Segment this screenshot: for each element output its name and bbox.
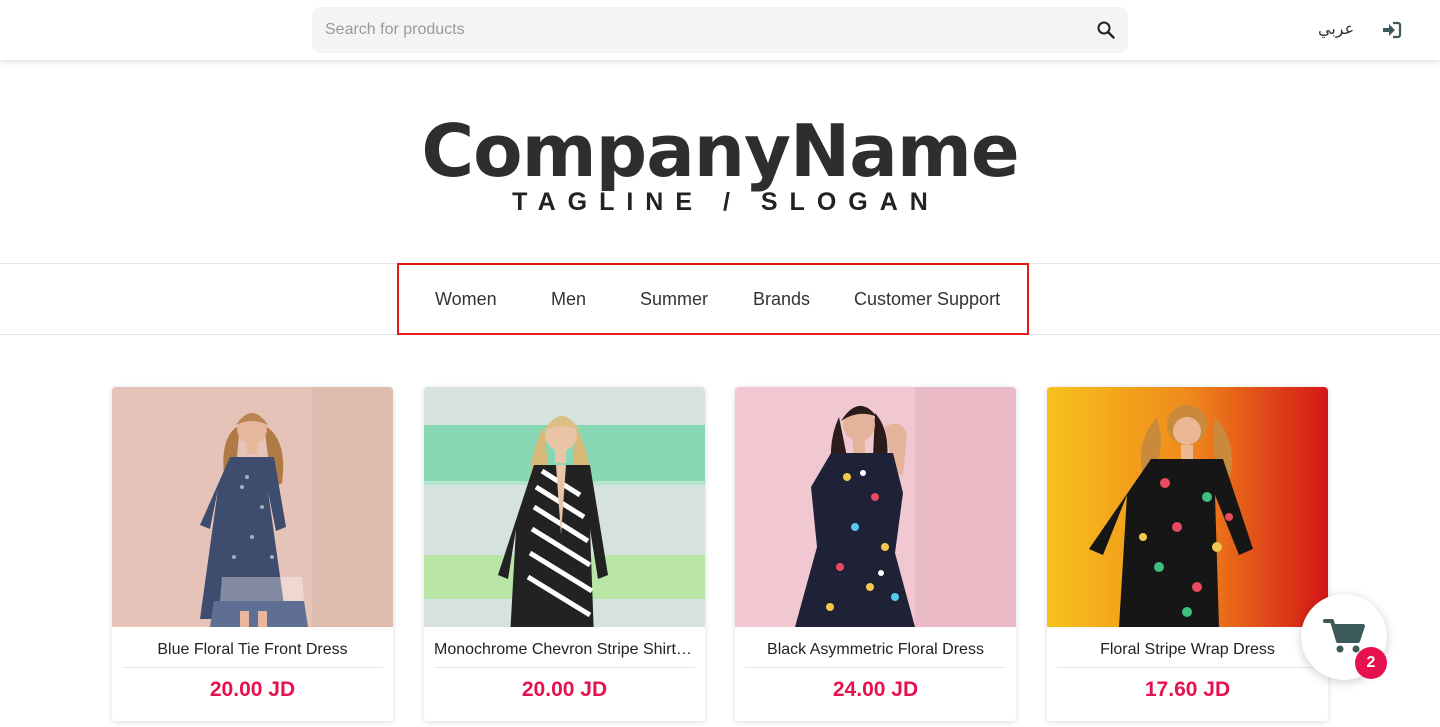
nav-item-women[interactable]: Women <box>435 289 497 310</box>
product-name[interactable]: Floral Stripe Wrap Dress <box>1057 641 1318 659</box>
cart-count-badge: 2 <box>1355 647 1387 679</box>
company-tagline: TAGLINE / SLOGAN <box>512 188 940 217</box>
product-price: 24.00 JD <box>832 678 919 701</box>
search-box[interactable] <box>312 7 1128 53</box>
nav-item-summer[interactable]: Summer <box>640 289 708 310</box>
language-switch-link[interactable]: عربي <box>1318 19 1354 38</box>
nav-item-brands[interactable]: Brands <box>753 289 810 310</box>
divider <box>745 667 1006 668</box>
product-name[interactable]: Monochrome Chevron Stripe Shirt Dress <box>434 641 695 659</box>
top-bar: عربي <box>0 0 1440 60</box>
company-name: CompanyName <box>421 109 1019 193</box>
product-image[interactable] <box>112 387 393 627</box>
product-name[interactable]: Blue Floral Tie Front Dress <box>122 641 383 659</box>
shopping-cart-icon <box>1323 619 1365 653</box>
product-card[interactable]: Blue Floral Tie Front Dress 20.00 JD <box>112 387 393 721</box>
product-image[interactable] <box>1047 387 1328 627</box>
product-price: 17.60 JD <box>1144 678 1231 701</box>
product-image[interactable] <box>424 387 705 627</box>
product-image[interactable] <box>735 387 1016 627</box>
divider <box>434 667 695 668</box>
product-price: 20.00 JD <box>521 678 608 701</box>
nav-item-men[interactable]: Men <box>551 289 586 310</box>
product-card[interactable]: Floral Stripe Wrap Dress 17.60 JD <box>1047 387 1328 721</box>
divider <box>1057 667 1318 668</box>
search-icon[interactable] <box>1096 20 1116 40</box>
product-price: 20.00 JD <box>209 678 296 701</box>
product-card[interactable]: Black Asymmetric Floral Dress 24.00 JD <box>735 387 1016 721</box>
product-card[interactable]: Monochrome Chevron Stripe Shirt Dress 20… <box>424 387 705 721</box>
nav-item-customer-support[interactable]: Customer Support <box>854 289 1000 310</box>
logo[interactable]: CompanyName TAGLINE / SLOGAN <box>0 100 1440 217</box>
search-input[interactable] <box>312 7 1085 53</box>
sign-in-icon[interactable] <box>1382 21 1402 39</box>
product-name[interactable]: Black Asymmetric Floral Dress <box>745 641 1006 659</box>
divider <box>122 667 383 668</box>
